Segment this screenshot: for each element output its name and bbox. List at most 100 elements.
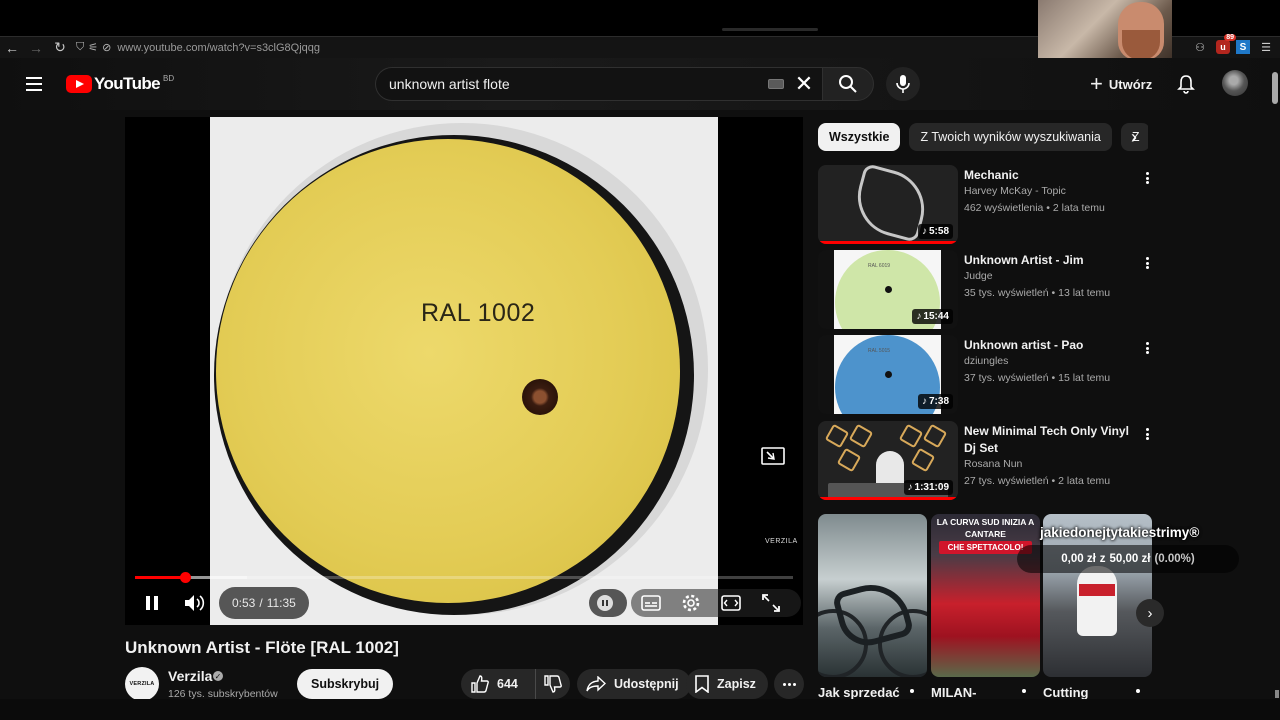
more-vert-icon[interactable] (1142, 254, 1152, 272)
theater-mode-icon[interactable] (716, 588, 746, 618)
recommendation-item[interactable]: RAL 5015 ♪ 7:38 Unknown artist - Pao dziu… (818, 335, 1158, 415)
recommendation-title[interactable]: Mechanic (964, 167, 1144, 184)
voice-search-button[interactable] (886, 67, 920, 101)
video-thumbnail[interactable]: RAL 5015 ♪ 7:38 (818, 335, 958, 414)
shield-icon[interactable]: ⛉ (76, 41, 84, 54)
s-extension-icon[interactable]: S (1236, 40, 1250, 54)
pause-icon[interactable] (137, 588, 167, 618)
chevron-right-icon[interactable]: › (1120, 123, 1148, 151)
progress-bar[interactable] (135, 572, 793, 583)
recommendation-title[interactable]: New Minimal Tech Only Vinyl Dj Set (964, 423, 1144, 457)
recommendation-stats: 462 wyświetlenia • 2 lata temu (964, 202, 1105, 214)
autoplay-toggle[interactable] (589, 589, 627, 617)
chip-all[interactable]: Wszystkie (818, 123, 901, 151)
short-title[interactable]: Cutting (1043, 685, 1088, 700)
miniplayer-icon[interactable] (761, 447, 785, 467)
more-vert-icon[interactable] (1022, 689, 1026, 693)
thumbnail-hole (885, 286, 892, 293)
reload-icon[interactable]: ↻ (48, 37, 72, 59)
autoplay-pause-icon (597, 595, 613, 611)
notifications-bell-icon[interactable] (1172, 70, 1200, 98)
recommendation-channel[interactable]: Judge (964, 270, 993, 282)
create-button[interactable]: + Utwórz (1082, 70, 1160, 98)
recommendation-stats: 27 tys. wyświetleń • 2 lata temu (964, 475, 1111, 487)
chevron-right-icon[interactable]: › (1136, 599, 1164, 627)
time-separator: / (259, 596, 263, 610)
short-title[interactable]: MILAN- (931, 685, 977, 700)
short-thumbnail[interactable]: LA CURVA SUD INIZIA A CANTARE CHE SPETTA… (931, 514, 1040, 677)
recommendation-title[interactable]: Unknown Artist - Jim (964, 252, 1144, 269)
forward-icon[interactable]: → (24, 37, 48, 59)
dislike-button[interactable] (536, 669, 570, 699)
thumbnail-label-text: RAL 6019 (868, 263, 891, 269)
recommendation-stats: 35 tys. wyświetleń • 13 lat temu (964, 287, 1111, 299)
page-scrollbar[interactable] (1272, 72, 1278, 104)
recommendation-item[interactable]: ♪ 1:31:09 New Minimal Tech Only Vinyl Dj … (818, 421, 1158, 501)
like-dislike-group: 644 (461, 669, 570, 699)
like-count: 644 (497, 677, 518, 691)
recommendation-channel[interactable]: Harvey McKay - Topic (964, 185, 1066, 197)
recommendation-item[interactable]: RAL 6019 ♪ 15:44 Unknown Artist - Jim Jud… (818, 250, 1158, 330)
fullscreen-icon[interactable] (756, 588, 786, 618)
gamepad-extension-icon[interactable]: ⚇ (1190, 38, 1210, 56)
settings-gear-icon[interactable] (676, 588, 706, 618)
share-button[interactable]: Udostępnij (577, 669, 691, 699)
thumbs-up-icon (471, 675, 489, 693)
more-vert-icon[interactable] (910, 689, 914, 693)
youtube-logo[interactable]: YouTube BD (66, 74, 174, 94)
plus-icon: + (1090, 71, 1103, 96)
share-icon (586, 676, 606, 692)
duration-badge: ♪ 15:44 (912, 309, 953, 324)
browser-menu-icon[interactable]: ☰ (1256, 38, 1276, 56)
filter-chips: Wszystkie Z Twoich wyników wyszukiwania … (818, 123, 1148, 151)
like-button[interactable]: 644 (461, 669, 536, 699)
more-vert-icon[interactable] (1142, 339, 1152, 357)
clear-search-icon[interactable]: ✕ (792, 71, 816, 96)
recommendation-title[interactable]: Unknown artist - Pao (964, 337, 1144, 354)
search-input[interactable] (376, 76, 768, 92)
video-thumbnail[interactable]: RAL 6019 ♪ 15:44 (818, 250, 958, 329)
chip-from-search[interactable]: Z Twoich wyników wyszukiwania (909, 123, 1112, 151)
channel-avatar[interactable]: VERZILA (125, 667, 159, 701)
search-button[interactable] (822, 67, 874, 101)
recommendation-channel[interactable]: Rosana Nun (964, 458, 1022, 470)
stream-overlay-handle: jakiedonejtytakiestrimy® (1040, 525, 1200, 540)
music-note-icon: ♪ (907, 482, 913, 493)
bottom-strip (0, 699, 1280, 720)
tracking-off-icon[interactable]: ⊘ (102, 41, 111, 54)
video-thumbnail[interactable]: ♪ 5:58 (818, 165, 958, 244)
volume-icon[interactable] (180, 588, 210, 618)
channel-watermark[interactable]: VERZILA (765, 538, 798, 545)
permissions-icon[interactable]: ⚟ (88, 41, 98, 54)
video-player[interactable]: RAL 1002 VERZILA 0:53 / 11:35 (125, 117, 803, 625)
hamburger-menu-icon[interactable] (20, 72, 50, 96)
scrollbar-arrow[interactable] (1275, 690, 1279, 698)
more-vert-icon[interactable] (1142, 169, 1152, 187)
address-url[interactable]: www.youtube.com/watch?v=s3clG8Qjqqg (117, 42, 320, 54)
account-avatar[interactable] (1222, 70, 1248, 96)
more-vert-icon[interactable] (1142, 425, 1152, 443)
back-icon[interactable]: ← (0, 37, 24, 59)
save-button[interactable]: Zapisz (686, 669, 768, 699)
more-vert-icon[interactable] (1136, 689, 1140, 693)
video-thumbnail[interactable]: ♪ 1:31:09 (818, 421, 958, 500)
ublock-extension-icon[interactable]: u 89 (1216, 34, 1236, 54)
short-thumbnail[interactable] (818, 514, 927, 677)
subscribe-button[interactable]: Subskrybuj (297, 669, 394, 699)
microphone-icon (896, 75, 910, 93)
more-actions-button[interactable] (774, 669, 804, 699)
thumbnail-hole (885, 371, 892, 378)
duration-badge: ♪ 7:38 (917, 394, 953, 409)
channel-name[interactable]: Verzila (168, 668, 212, 684)
progress-scrubber[interactable] (180, 572, 191, 583)
recommendation-item[interactable]: ♪ 5:58 Mechanic Harvey McKay - Topic 462 … (818, 165, 1158, 245)
short-title[interactable]: Jak sprzedać (818, 685, 900, 700)
keyboard-icon[interactable] (768, 79, 784, 89)
country-code: BD (163, 73, 175, 83)
music-note-icon: ♪ (921, 396, 927, 407)
save-label: Zapisz (717, 677, 756, 691)
recommendation-channel[interactable]: dziungles (964, 355, 1008, 367)
music-note-icon: ♪ (916, 311, 922, 322)
subtitles-icon[interactable] (636, 588, 666, 618)
logo-wordmark: YouTube (94, 74, 161, 93)
